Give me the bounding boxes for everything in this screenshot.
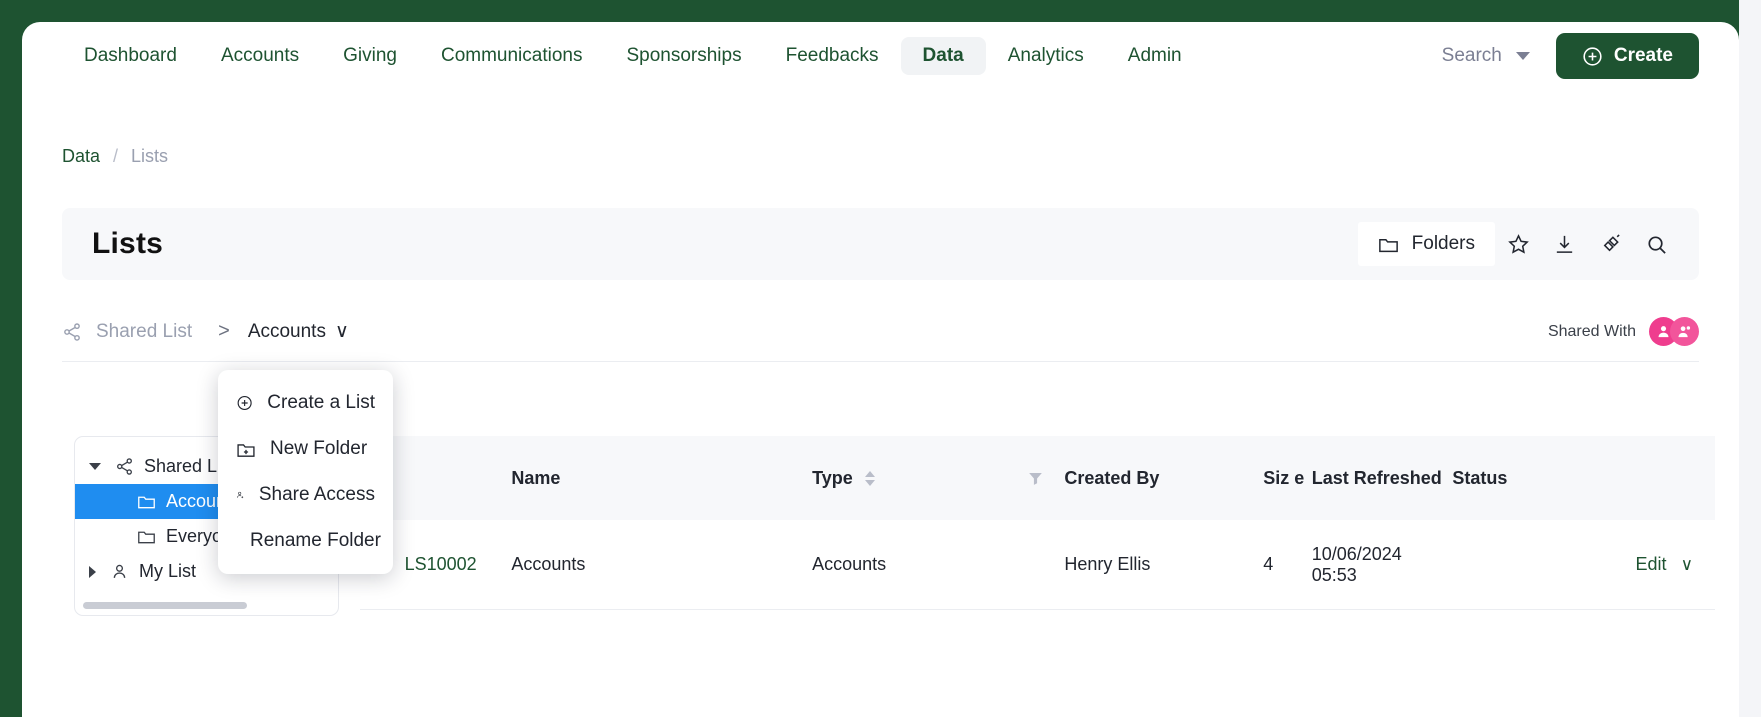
folder-icon xyxy=(138,531,155,544)
shared-with-label: Shared With xyxy=(1547,322,1636,340)
plus-circle-icon xyxy=(1583,46,1602,66)
shared-list-crumb[interactable]: Shared List xyxy=(62,321,192,343)
cell-actions[interactable]: Edit ∨ xyxy=(1569,554,1715,575)
favorite-button[interactable] xyxy=(1495,221,1541,267)
edit-button-label[interactable]: Edit xyxy=(1636,554,1667,575)
cell-created-by: Henry Ellis xyxy=(1064,554,1151,574)
chevron-down-icon[interactable] xyxy=(89,463,101,470)
person-add-icon xyxy=(237,491,244,499)
filter-icon xyxy=(1028,472,1042,485)
header-type[interactable]: Type xyxy=(812,468,1006,489)
sort-arrows-icon xyxy=(864,470,875,486)
folder-path-bar: Shared List > Accounts ∨ Shared With xyxy=(62,302,1699,362)
people-icon xyxy=(1678,326,1691,338)
share-icon xyxy=(64,322,80,341)
cell-type: Accounts xyxy=(812,554,887,574)
menu-item-new-folder[interactable]: New Folder xyxy=(218,426,393,472)
folder-context-menu: Create a List New Folder Share Access Re… xyxy=(218,370,393,574)
current-folder-dropdown[interactable]: Accounts ∨ xyxy=(248,320,349,343)
list-id-link[interactable]: LS10002 xyxy=(405,554,477,574)
shared-with-group: Shared With xyxy=(1548,317,1699,346)
folders-button[interactable]: Folders xyxy=(1357,222,1495,266)
download-button[interactable] xyxy=(1541,221,1587,267)
nav-item-sponsorships[interactable]: Sponsorships xyxy=(604,37,763,75)
chevron-down-icon: ∨ xyxy=(334,321,349,342)
page-header-actions: Folders xyxy=(1357,221,1679,267)
breadcrumb: Data / Lists xyxy=(62,146,168,167)
header-size: Siz e xyxy=(1263,467,1305,488)
search-label: Search xyxy=(1441,45,1502,66)
nav-right-group: Search Create xyxy=(1442,33,1719,79)
page-background-right xyxy=(1739,0,1761,717)
create-button[interactable]: Create xyxy=(1555,33,1699,79)
menu-item-create-a-list[interactable]: Create a List xyxy=(218,380,393,426)
nav-item-feedbacks[interactable]: Feedbacks xyxy=(764,37,901,75)
create-button-label: Create xyxy=(1613,45,1673,66)
shared-list-label: Shared List xyxy=(96,320,193,342)
header-type-label: Type xyxy=(812,467,853,488)
header-last-refreshed: Last Refreshed xyxy=(1311,467,1442,488)
chevron-right-icon[interactable] xyxy=(89,565,96,578)
table-header-row: Name Type Created By Siz e Last Refreshe… xyxy=(360,436,1715,520)
table-row[interactable]: LS10002 Accounts Accounts Henry Ellis 4 … xyxy=(360,520,1715,610)
folder-icon xyxy=(138,496,155,509)
folder-icon xyxy=(1378,238,1398,252)
refresh-time: 05:53 xyxy=(1311,564,1357,585)
breadcrumb-item-data[interactable]: Data xyxy=(62,146,100,167)
top-navigation-bar: Dashboard Accounts Giving Communications… xyxy=(22,22,1739,90)
avatar[interactable] xyxy=(1670,317,1699,346)
path-arrow: > xyxy=(218,320,230,342)
cell-id: LS10002 xyxy=(405,554,512,575)
chevron-down-icon xyxy=(1515,52,1530,60)
current-folder-label: Accounts xyxy=(247,320,326,342)
page-title: Lists xyxy=(92,227,164,260)
breadcrumb-separator: / xyxy=(113,146,119,166)
share-icon xyxy=(117,458,132,475)
nav-item-dashboard[interactable]: Dashboard xyxy=(62,37,199,75)
filter-button[interactable] xyxy=(1006,469,1064,488)
header-name: Name xyxy=(511,467,561,488)
menu-item-rename-folder[interactable]: Rename Folder xyxy=(218,518,393,564)
chevron-down-icon[interactable]: ∨ xyxy=(1681,555,1693,575)
search-icon xyxy=(1647,235,1666,254)
refresh-date: 10/06/2024 xyxy=(1311,543,1402,564)
folders-button-label: Folders xyxy=(1411,233,1475,254)
folder-plus-icon xyxy=(237,443,255,457)
cell-size: 4 xyxy=(1263,554,1274,574)
nav-item-accounts[interactable]: Accounts xyxy=(199,37,321,75)
page-header: Lists Folders xyxy=(62,208,1699,280)
menu-item-share-access[interactable]: Share Access xyxy=(218,472,393,518)
lists-table: Name Type Created By Siz e Last Refreshe… xyxy=(360,436,1715,610)
avatar-stack[interactable] xyxy=(1649,317,1699,346)
header-created-by: Created By xyxy=(1064,467,1160,488)
menu-item-label: Share Access xyxy=(258,484,375,505)
search-button[interactable] xyxy=(1633,221,1679,267)
cell-name: Accounts xyxy=(511,554,586,574)
menu-item-label: Rename Folder xyxy=(250,530,381,551)
cell-last-refreshed: 10/06/2024 05:53 xyxy=(1312,544,1453,586)
nav-item-data[interactable]: Data xyxy=(900,37,986,75)
link-button[interactable] xyxy=(1587,221,1633,267)
tree-node-label: My List xyxy=(139,561,197,581)
link-icon xyxy=(1603,233,1620,251)
header-status: Status xyxy=(1452,467,1508,488)
menu-item-label: Create a List xyxy=(267,392,375,413)
tree-horizontal-scrollbar[interactable] xyxy=(83,602,247,609)
nav-item-communications[interactable]: Communications xyxy=(419,37,605,75)
person-icon xyxy=(113,564,126,578)
nav-item-analytics[interactable]: Analytics xyxy=(986,37,1106,75)
main-content-card: Dashboard Accounts Giving Communications… xyxy=(22,22,1739,717)
nav-item-giving[interactable]: Giving xyxy=(321,37,419,75)
cell-status xyxy=(1452,554,1568,575)
app-root: Dashboard Accounts Giving Communications… xyxy=(0,0,1761,717)
nav-item-admin[interactable]: Admin xyxy=(1106,37,1204,75)
download-icon xyxy=(1556,235,1572,253)
menu-item-label: New Folder xyxy=(270,438,368,459)
breadcrumb-item-lists: Lists xyxy=(131,146,169,166)
plus-circle-icon xyxy=(237,395,252,411)
search-dropdown[interactable]: Search xyxy=(1442,45,1530,67)
nav-items: Dashboard Accounts Giving Communications… xyxy=(62,37,1204,75)
star-icon xyxy=(1507,233,1529,254)
